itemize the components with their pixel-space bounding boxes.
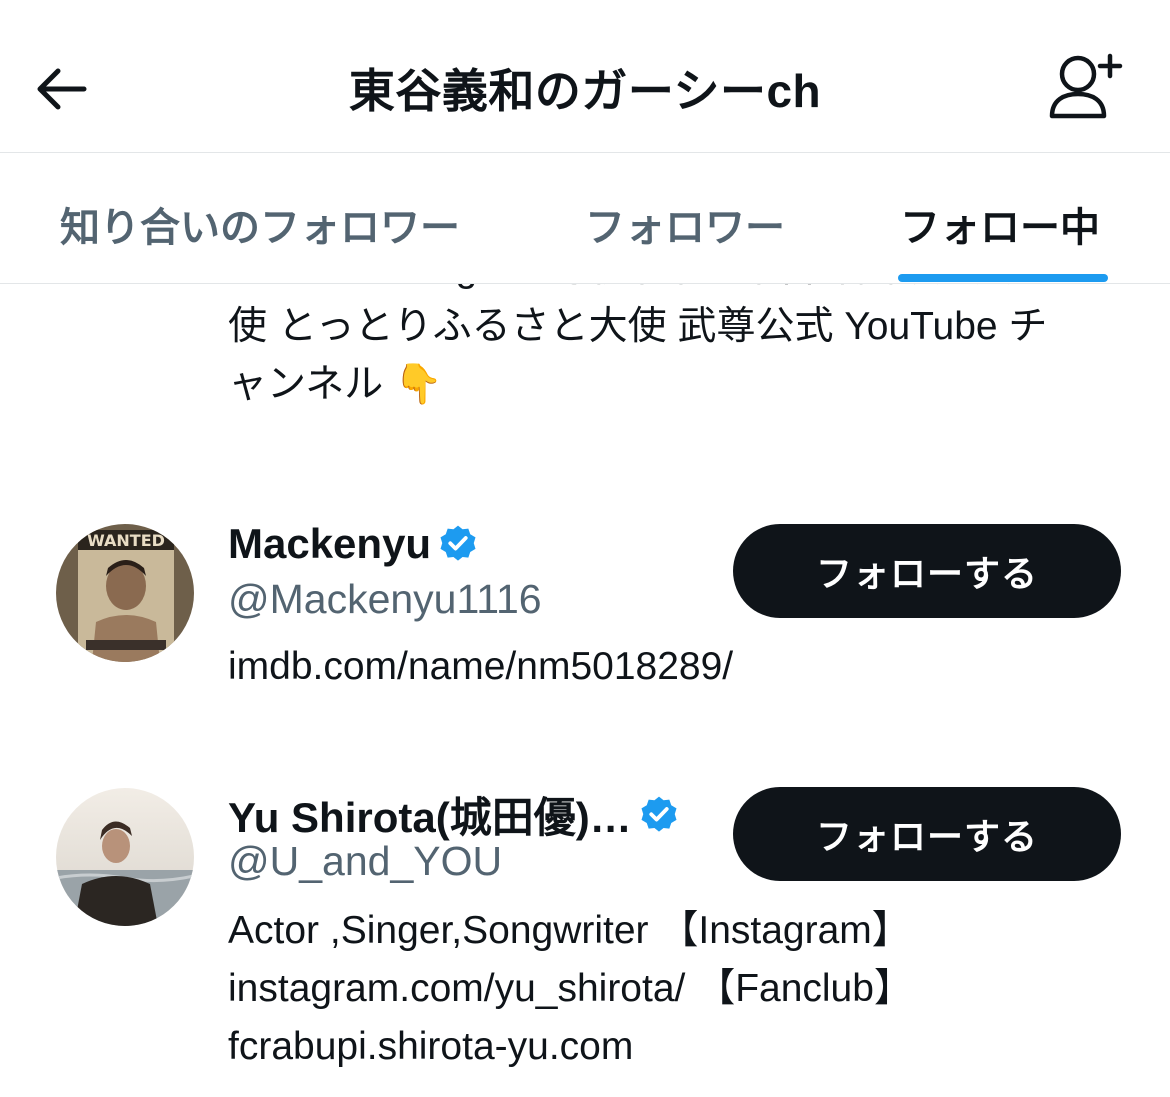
avatar[interactable]: WANTED — [56, 524, 194, 662]
user-bio-partial: director&designer 鳥取県米子市首都圏観光大 使 とっとりふるさ… — [228, 284, 1128, 414]
avatar-image — [56, 788, 194, 926]
bio-link[interactable]: fcrabupi.shirota-yu.com — [228, 1018, 1128, 1076]
bio-line: Actor ,Singer,Songwriter 【Instagram】 — [228, 909, 911, 952]
add-user-button[interactable] — [1044, 48, 1128, 122]
following-list: director&designer 鳥取県米子市首都圏観光大 使 とっとりふるさ… — [0, 284, 1170, 1097]
page-title: 東谷義和のガーシーch — [348, 65, 822, 117]
bio-link[interactable]: instagram.com/yu_shirota/ 【Fanclub】 — [228, 960, 1128, 1018]
tabs-divider — [0, 283, 1170, 284]
tab-followers[interactable]: フォロワー — [585, 195, 785, 253]
user-display-name[interactable]: Yu Shirota(城田優)… — [228, 784, 632, 845]
follow-button[interactable]: フォローする — [733, 787, 1121, 881]
verified-badge-icon — [440, 525, 476, 561]
user-handle[interactable]: @Mackenyu1116 — [228, 576, 542, 623]
tab-following[interactable]: フォロー中 — [900, 195, 1100, 253]
avatar[interactable] — [56, 788, 194, 926]
bio-link[interactable]: imdb.com/name/nm5018289/ — [228, 638, 1128, 696]
user-bio: Actor ,Singer,Songwriter 【Instagram】 ins… — [228, 902, 1128, 1076]
user-handle[interactable]: @U_and_YOU — [228, 838, 502, 885]
top-bar: 東谷義和のガーシーch — [0, 0, 1170, 153]
header-divider — [0, 152, 1170, 153]
user-bio: imdb.com/name/nm5018289/ — [228, 638, 1128, 696]
user-display-name[interactable]: Mackenyu — [228, 520, 431, 568]
arrow-left-icon — [37, 68, 87, 110]
bio-line: 使 とっとりふるさと大使 武尊公式 YouTube チ — [228, 305, 1048, 348]
bio-line: director&designer 鳥取県米子市首都圏観光大 — [228, 284, 1128, 298]
bio-line: ャンネル 👇 — [228, 363, 443, 406]
back-button[interactable] — [30, 58, 94, 122]
user-name-row: Mackenyu — [228, 520, 479, 568]
follow-button[interactable]: フォローする — [733, 524, 1121, 618]
add-user-icon — [1049, 53, 1123, 119]
svg-text:WANTED: WANTED — [87, 531, 165, 550]
tab-bar: 知り合いのフォロワー フォロワー フォロー中 — [0, 153, 1170, 283]
user-name-row: Yu Shirota(城田優)… — [228, 784, 680, 845]
active-tab-indicator — [898, 274, 1108, 282]
avatar-image: WANTED — [56, 524, 194, 662]
verified-badge-icon — [641, 796, 677, 832]
tab-known-followers[interactable]: 知り合いのフォロワー — [60, 195, 460, 253]
